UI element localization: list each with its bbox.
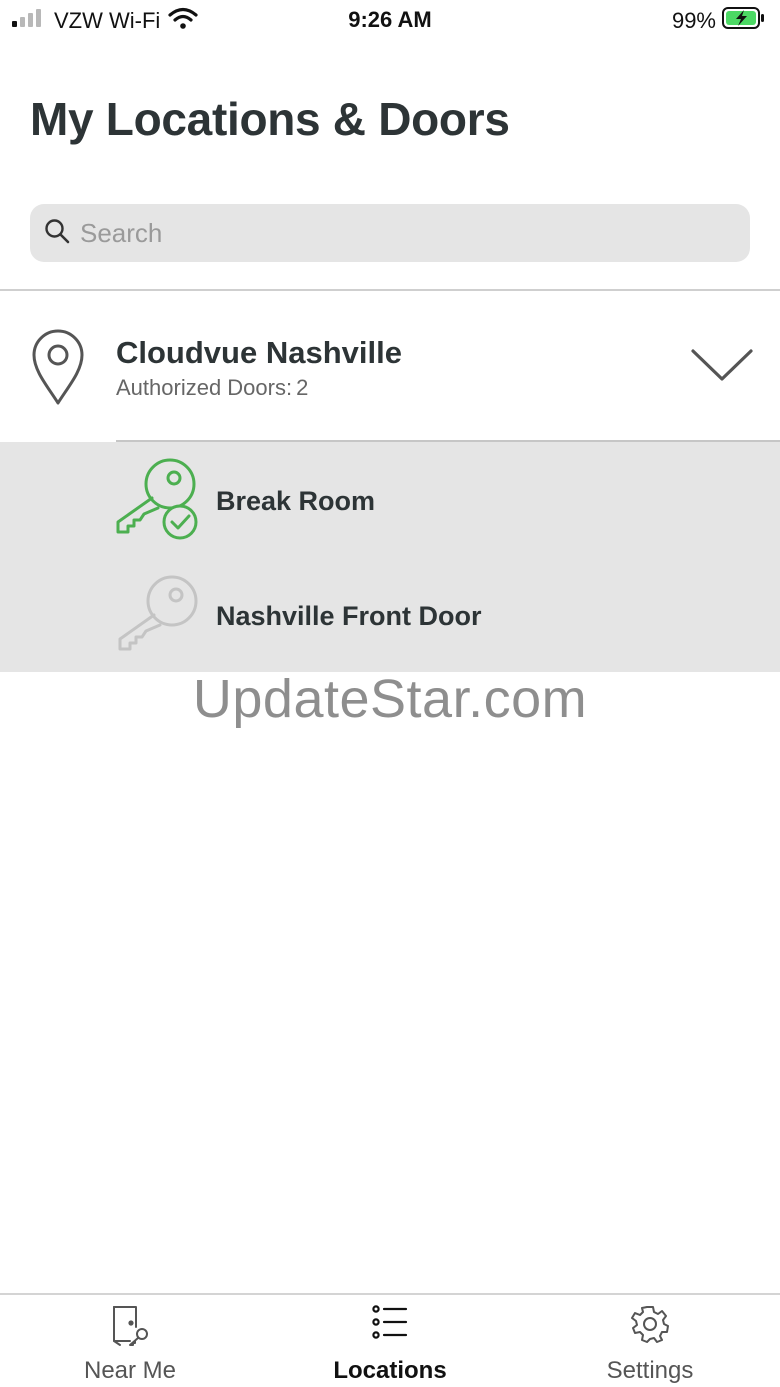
status-right: 99% xyxy=(672,7,766,34)
door-label: Break Room xyxy=(216,486,376,516)
location-pin-icon xyxy=(30,327,86,412)
search-icon xyxy=(44,218,70,249)
tab-label: Near Me xyxy=(83,1357,177,1384)
tab-near-me[interactable]: Near Me xyxy=(0,1295,260,1387)
door-list: Break Room Nashville Front Door xyxy=(0,442,780,672)
authorized-doors: Authorized Doors: 2 xyxy=(116,375,308,401)
key-check-icon xyxy=(114,456,204,549)
tab-locations[interactable]: Locations xyxy=(260,1295,520,1387)
tab-bar: Near Me Locations Settings xyxy=(0,1293,780,1387)
chevron-down-icon[interactable] xyxy=(690,347,754,388)
search-bar[interactable] xyxy=(30,204,750,262)
tab-label: Settings xyxy=(606,1357,694,1384)
battery-percent: 99% xyxy=(671,7,716,33)
page-title: My Locations & Doors xyxy=(30,93,510,145)
door-label: Nashville Front Door xyxy=(216,601,482,631)
door-item-break-room[interactable]: Break Room xyxy=(0,442,780,557)
gear-icon xyxy=(520,1305,780,1348)
location-row[interactable]: Cloudvue Nashville Authorized Doors: 2 xyxy=(0,291,780,441)
search-input[interactable] xyxy=(80,217,720,249)
location-name: Cloudvue Nashville xyxy=(116,335,402,370)
tab-settings[interactable]: Settings xyxy=(520,1295,780,1387)
door-key-icon xyxy=(0,1305,260,1352)
authorized-doors-count: 2 xyxy=(296,375,309,400)
list-icon xyxy=(260,1305,520,1344)
watermark: UpdateStar.com xyxy=(192,669,588,729)
tab-label: Locations xyxy=(333,1357,447,1384)
app-screen: VZW Wi-Fi 9:26 AM 99% My Locations & Doo… xyxy=(0,0,780,1387)
clock: 9:26 AM xyxy=(348,7,432,32)
authorized-doors-label: Authorized Doors: xyxy=(116,375,293,400)
key-icon xyxy=(114,573,204,666)
door-item-nashville-front-door[interactable]: Nashville Front Door xyxy=(0,557,780,672)
status-bar: VZW Wi-Fi 9:26 AM 99% xyxy=(0,0,780,40)
battery-charging-icon xyxy=(722,7,766,34)
